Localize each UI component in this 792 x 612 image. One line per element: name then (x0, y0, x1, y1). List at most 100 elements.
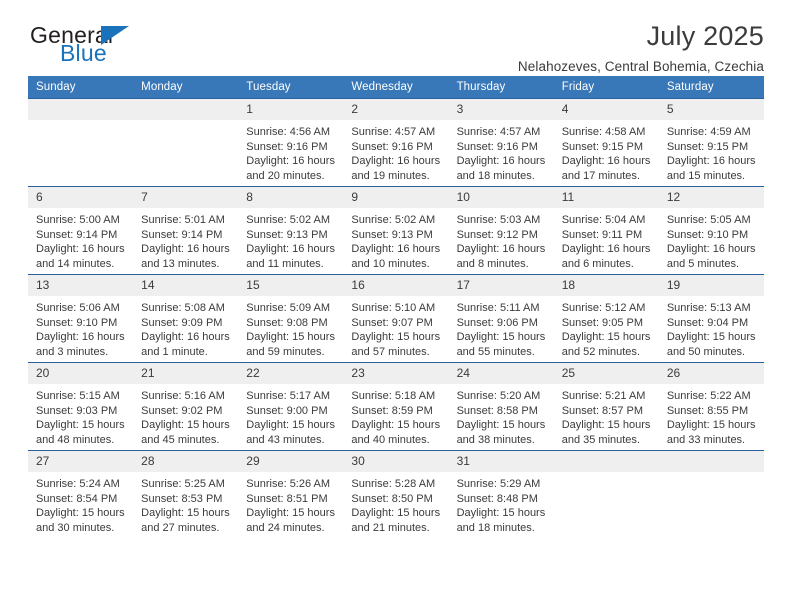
day-details: Sunrise: 5:01 AM Sunset: 9:14 PM Daylight:… (133, 208, 238, 271)
calendar-day-cell[interactable]: 7 Sunrise: 5:01 AM Sunset: 9:14 PM Daylight… (133, 186, 239, 275)
day-cell-inner: 25 Sunrise: 5:21 AM Sunset: 8:57 PM Dayligh… (553, 363, 659, 450)
day-number: 28 (133, 451, 239, 472)
day-cell-inner: 10 Sunrise: 5:03 AM Sunset: 9:12 PM Dayligh… (448, 187, 554, 274)
daylight-text: Daylight: 16 hours and 20 minutes. (246, 155, 335, 182)
sunrise-text: Sunrise: 5:08 AM (141, 302, 225, 314)
day-number: 4 (553, 99, 659, 120)
sunset-text: Sunset: 9:16 PM (456, 140, 538, 153)
calendar-day-cell[interactable]: 16 Sunrise: 5:10 AM Sunset: 9:07 PM Dayligh… (343, 274, 449, 363)
day-number: 5 (658, 99, 764, 120)
day-details: Sunrise: 5:09 AM Sunset: 9:08 PM Daylight:… (238, 296, 343, 359)
sunset-text: Sunset: 9:16 PM (246, 140, 328, 153)
weekday-header-saturday: Saturday (658, 76, 764, 99)
day-cell-inner: 28 Sunrise: 5:25 AM Sunset: 8:53 PM Dayligh… (133, 451, 239, 539)
day-cell-inner: 22 Sunrise: 5:17 AM Sunset: 9:00 PM Dayligh… (238, 363, 344, 450)
day-number (658, 451, 764, 472)
day-details: Sunrise: 5:29 AM Sunset: 8:48 PM Daylight:… (449, 472, 554, 535)
calendar-day-cell[interactable]: 26 Sunrise: 5:22 AM Sunset: 8:55 PM Dayligh… (658, 362, 764, 451)
day-number: 25 (553, 363, 659, 384)
logo-text-blue: Blue (60, 40, 107, 66)
daylight-text: Daylight: 16 hours and 13 minutes. (141, 243, 230, 270)
day-details: Sunrise: 5:00 AM Sunset: 9:14 PM Daylight:… (28, 208, 133, 271)
sunrise-text: Sunrise: 5:03 AM (456, 214, 541, 226)
calendar-day-cell[interactable]: 20 Sunrise: 5:15 AM Sunset: 9:03 PM Dayligh… (28, 362, 134, 451)
sunset-text: Sunset: 9:13 PM (246, 228, 328, 241)
daylight-text: Daylight: 16 hours and 17 minutes. (561, 155, 651, 182)
page-header: General Blue July 2025 Nelahozeves, Cent… (28, 0, 764, 75)
sunset-text: Sunset: 8:57 PM (561, 404, 644, 417)
calendar-week-row: 27 Sunrise: 5:24 AM Sunset: 8:54 PM Dayligh… (28, 450, 764, 539)
calendar-day-cell[interactable]: 5 Sunrise: 4:59 AM Sunset: 9:15 PM Daylight… (658, 98, 764, 187)
calendar-day-cell[interactable]: 23 Sunrise: 5:18 AM Sunset: 8:59 PM Dayligh… (343, 362, 449, 451)
calendar-day-cell[interactable]: 31 Sunrise: 5:29 AM Sunset: 8:48 PM Dayligh… (448, 450, 554, 539)
day-cell-inner: 3 Sunrise: 4:57 AM Sunset: 9:16 PM Daylight… (448, 99, 554, 186)
sunset-text: Sunset: 8:50 PM (351, 492, 433, 505)
day-details: Sunrise: 5:08 AM Sunset: 9:09 PM Daylight:… (133, 296, 238, 359)
calendar-day-cell[interactable]: 22 Sunrise: 5:17 AM Sunset: 9:00 PM Dayligh… (238, 362, 344, 451)
calendar-day-cell[interactable]: 3 Sunrise: 4:57 AM Sunset: 9:16 PM Daylight… (448, 98, 554, 187)
calendar-day-cell[interactable]: 14 Sunrise: 5:08 AM Sunset: 9:09 PM Dayligh… (133, 274, 239, 363)
calendar-day-cell[interactable]: 12 Sunrise: 5:05 AM Sunset: 9:10 PM Dayligh… (658, 186, 764, 275)
calendar-day-cell[interactable]: 30 Sunrise: 5:28 AM Sunset: 8:50 PM Dayligh… (343, 450, 449, 539)
daylight-text: Daylight: 16 hours and 10 minutes. (351, 243, 441, 270)
weekday-header-monday: Monday (133, 76, 239, 99)
calendar-day-cell[interactable]: 6 Sunrise: 5:00 AM Sunset: 9:14 PM Daylight… (28, 186, 134, 275)
calendar-day-cell[interactable]: 24 Sunrise: 5:20 AM Sunset: 8:58 PM Dayligh… (448, 362, 554, 451)
calendar-day-cell[interactable]: 8 Sunrise: 5:02 AM Sunset: 9:13 PM Daylight… (238, 186, 344, 275)
calendar-table: Sunday Monday Tuesday Wednesday Thursday… (28, 76, 764, 539)
day-cell-inner: 23 Sunrise: 5:18 AM Sunset: 8:59 PM Dayligh… (343, 363, 449, 450)
calendar-day-cell[interactable]: 18 Sunrise: 5:12 AM Sunset: 9:05 PM Dayligh… (553, 274, 659, 363)
calendar-day-cell[interactable]: 1 Sunrise: 4:56 AM Sunset: 9:16 PM Daylight… (238, 98, 344, 187)
day-cell-inner: 29 Sunrise: 5:26 AM Sunset: 8:51 PM Dayligh… (238, 451, 344, 539)
sunrise-text: Sunrise: 5:12 AM (561, 302, 646, 314)
day-cell-inner: 6 Sunrise: 5:00 AM Sunset: 9:14 PM Daylight… (28, 187, 134, 274)
sunrise-text: Sunrise: 5:02 AM (246, 214, 331, 226)
day-number (28, 99, 134, 120)
calendar-week-row: 13 Sunrise: 5:06 AM Sunset: 9:10 PM Dayligh… (28, 274, 764, 363)
sunrise-text: Sunrise: 5:21 AM (561, 390, 646, 402)
day-number: 18 (553, 275, 659, 296)
sunset-text: Sunset: 8:58 PM (456, 404, 538, 417)
calendar-day-cell[interactable]: 15 Sunrise: 5:09 AM Sunset: 9:08 PM Dayligh… (238, 274, 344, 363)
calendar-day-cell[interactable]: 17 Sunrise: 5:11 AM Sunset: 9:06 PM Dayligh… (448, 274, 554, 363)
calendar-day-cell[interactable]: 29 Sunrise: 5:26 AM Sunset: 8:51 PM Dayligh… (238, 450, 344, 539)
day-details: Sunrise: 5:11 AM Sunset: 9:06 PM Daylight:… (449, 296, 554, 359)
day-details: Sunrise: 5:28 AM Sunset: 8:50 PM Daylight:… (343, 472, 448, 535)
day-number: 16 (343, 275, 449, 296)
calendar-day-cell[interactable]: 19 Sunrise: 5:13 AM Sunset: 9:04 PM Dayligh… (658, 274, 764, 363)
calendar-body: 1 Sunrise: 4:56 AM Sunset: 9:16 PM Daylight… (28, 98, 764, 539)
daylight-text: Daylight: 15 hours and 45 minutes. (141, 419, 230, 446)
calendar-day-cell[interactable]: 13 Sunrise: 5:06 AM Sunset: 9:10 PM Dayligh… (28, 274, 134, 363)
sunrise-text: Sunrise: 5:26 AM (246, 478, 331, 490)
day-number: 14 (133, 275, 239, 296)
sunset-text: Sunset: 9:09 PM (141, 316, 223, 329)
day-cell-inner: 30 Sunrise: 5:28 AM Sunset: 8:50 PM Dayligh… (343, 451, 449, 539)
day-number: 11 (553, 187, 659, 208)
calendar-day-cell[interactable]: 10 Sunrise: 5:03 AM Sunset: 9:12 PM Dayligh… (448, 186, 554, 275)
calendar-week-row: 1 Sunrise: 4:56 AM Sunset: 9:16 PM Daylight… (28, 98, 764, 187)
sunrise-text: Sunrise: 5:00 AM (36, 214, 120, 226)
day-number: 9 (343, 187, 449, 208)
general-blue-logo: General Blue (28, 22, 228, 74)
sunset-text: Sunset: 9:10 PM (36, 316, 118, 329)
calendar-day-cell[interactable]: 25 Sunrise: 5:21 AM Sunset: 8:57 PM Dayligh… (553, 362, 659, 451)
calendar-day-cell[interactable]: 28 Sunrise: 5:25 AM Sunset: 8:53 PM Dayligh… (133, 450, 239, 539)
sunset-text: Sunset: 9:15 PM (561, 140, 644, 153)
calendar-day-cell[interactable]: 11 Sunrise: 5:04 AM Sunset: 9:11 PM Dayligh… (553, 186, 659, 275)
sunset-text: Sunset: 8:55 PM (666, 404, 749, 417)
calendar-day-cell[interactable]: 9 Sunrise: 5:02 AM Sunset: 9:13 PM Daylight… (343, 186, 449, 275)
calendar-day-cell[interactable]: 27 Sunrise: 5:24 AM Sunset: 8:54 PM Dayligh… (28, 450, 134, 539)
day-cell-inner: 17 Sunrise: 5:11 AM Sunset: 9:06 PM Dayligh… (448, 275, 554, 362)
sunset-text: Sunset: 9:14 PM (141, 228, 223, 241)
page-subtitle: Nelahozeves, Central Bohemia, Czechia (517, 59, 764, 75)
day-details: Sunrise: 5:17 AM Sunset: 9:00 PM Daylight:… (238, 384, 343, 447)
calendar-day-cell[interactable]: 4 Sunrise: 4:58 AM Sunset: 9:15 PM Daylight… (553, 98, 659, 187)
day-details: Sunrise: 4:58 AM Sunset: 9:15 PM Daylight:… (554, 120, 659, 183)
daylight-text: Daylight: 16 hours and 14 minutes. (36, 243, 125, 270)
day-number: 23 (343, 363, 449, 384)
calendar-day-cell[interactable]: 2 Sunrise: 4:57 AM Sunset: 9:16 PM Daylight… (343, 98, 449, 187)
day-number: 20 (28, 363, 134, 384)
day-details: Sunrise: 5:15 AM Sunset: 9:03 PM Daylight:… (28, 384, 133, 447)
calendar-day-cell[interactable]: 21 Sunrise: 5:16 AM Sunset: 9:02 PM Dayligh… (133, 362, 239, 451)
daylight-text: Daylight: 15 hours and 35 minutes. (561, 419, 651, 446)
